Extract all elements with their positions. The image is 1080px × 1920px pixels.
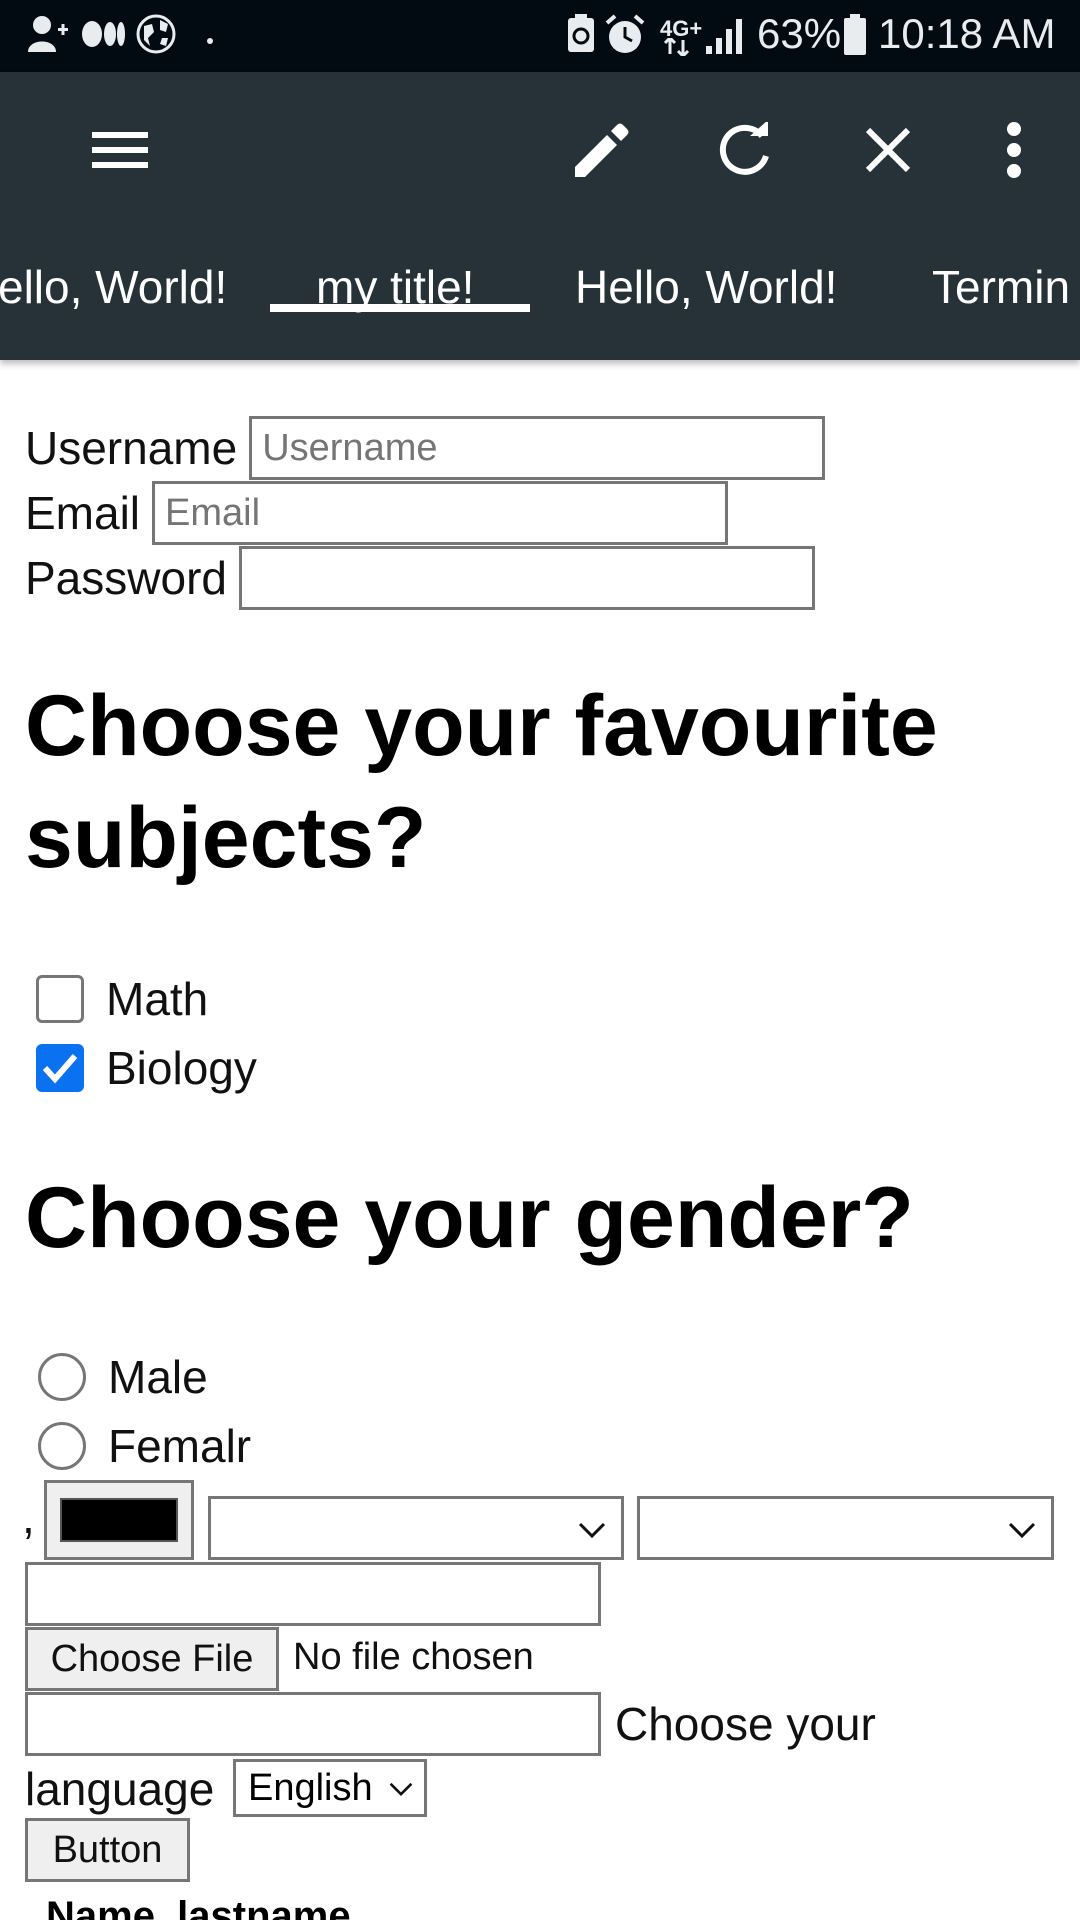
male-label: Male xyxy=(108,1351,208,1403)
menu-icon xyxy=(92,132,148,168)
male-option[interactable]: Male xyxy=(38,1350,208,1404)
biology-checkbox[interactable] xyxy=(36,1044,84,1092)
language-select[interactable]: English xyxy=(233,1759,427,1817)
username-input[interactable] xyxy=(249,416,826,480)
email-input[interactable] xyxy=(152,481,729,545)
female-label: Femalr xyxy=(108,1420,252,1472)
female-radio[interactable] xyxy=(38,1422,86,1470)
username-row: Username xyxy=(25,416,826,480)
clock: 10:18 AM xyxy=(878,10,1056,57)
signal-icon xyxy=(704,16,746,61)
screen: 4G+ 63% 10:18 AM ello, World! my title! … xyxy=(0,0,1080,1920)
tab-hello-world-1[interactable]: ello, World! xyxy=(0,260,227,314)
choose-file-button[interactable]: Choose File xyxy=(25,1627,279,1691)
select-2[interactable] xyxy=(637,1496,1054,1560)
female-option[interactable]: Femalr xyxy=(38,1419,251,1473)
math-option[interactable]: Math xyxy=(36,972,208,1026)
biology-label: Biology xyxy=(106,1042,257,1094)
gender-heading: Choose your gender? xyxy=(25,1170,914,1266)
dot-icon xyxy=(206,32,214,50)
data-arrows-icon xyxy=(663,35,690,61)
more-vert-icon xyxy=(1007,122,1021,178)
email-label: Email xyxy=(25,487,141,539)
refresh-button[interactable] xyxy=(704,110,784,190)
language-selected-value: English xyxy=(248,1766,373,1809)
math-checkbox[interactable] xyxy=(36,975,84,1023)
status-bar: 4G+ 63% 10:18 AM xyxy=(0,0,1080,72)
biology-option[interactable]: Biology xyxy=(36,1041,257,1095)
email-row: Email xyxy=(25,481,729,545)
file-status-text: No file chosen xyxy=(293,1636,534,1678)
username-label: Username xyxy=(25,422,238,474)
generic-button[interactable]: Button xyxy=(25,1818,190,1882)
close-icon xyxy=(865,127,911,173)
person-add-icon xyxy=(26,14,70,59)
tab-hello-world-2[interactable]: Hello, World! xyxy=(575,260,837,314)
active-tab-indicator xyxy=(270,304,530,312)
chevron-down-icon xyxy=(1008,1522,1036,1539)
battery-saver-icon xyxy=(566,14,596,59)
password-input[interactable] xyxy=(238,546,815,610)
edit-icon xyxy=(575,123,629,177)
close-button[interactable] xyxy=(848,110,928,190)
overflow-menu-button[interactable] xyxy=(974,110,1054,190)
voicemail-icon xyxy=(80,14,126,59)
text-input-1[interactable] xyxy=(25,1562,601,1626)
chevron-down-icon xyxy=(578,1522,606,1539)
battery-icon xyxy=(843,14,867,61)
app-bar: ello, World! my title! Hello, World! Ter… xyxy=(0,72,1080,360)
password-row: Password xyxy=(25,546,815,610)
subjects-heading-line2: subjects? xyxy=(25,790,427,886)
alarm-icon xyxy=(604,14,646,61)
menu-button[interactable] xyxy=(80,110,160,190)
table-header-text: Name, lastname xyxy=(46,1894,351,1920)
password-label: Password xyxy=(25,552,227,604)
math-label: Math xyxy=(106,973,209,1025)
subjects-heading-line1: Choose your favourite xyxy=(25,678,938,774)
language-prefix-text: Choose your xyxy=(615,1698,876,1750)
chevron-down-icon xyxy=(389,1782,413,1797)
checkmark-icon xyxy=(42,1054,78,1084)
globe-icon xyxy=(136,14,176,59)
male-radio[interactable] xyxy=(38,1353,86,1401)
language-label-text: language xyxy=(25,1763,215,1815)
text-input-2[interactable] xyxy=(25,1692,601,1756)
refresh-icon xyxy=(719,122,769,175)
page-content: Username Email Password Choose your favo… xyxy=(0,360,1080,1920)
color-picker[interactable] xyxy=(44,1480,194,1560)
tab-strip: ello, World! my title! Hello, World! Ter… xyxy=(0,232,1080,360)
tab-terminal[interactable]: Termin xyxy=(932,260,1070,314)
color-swatch xyxy=(60,1498,178,1542)
comma-text: , xyxy=(22,1491,35,1543)
battery-percent: 63% xyxy=(757,10,842,57)
edit-button[interactable] xyxy=(560,110,640,190)
select-1[interactable] xyxy=(208,1496,624,1560)
